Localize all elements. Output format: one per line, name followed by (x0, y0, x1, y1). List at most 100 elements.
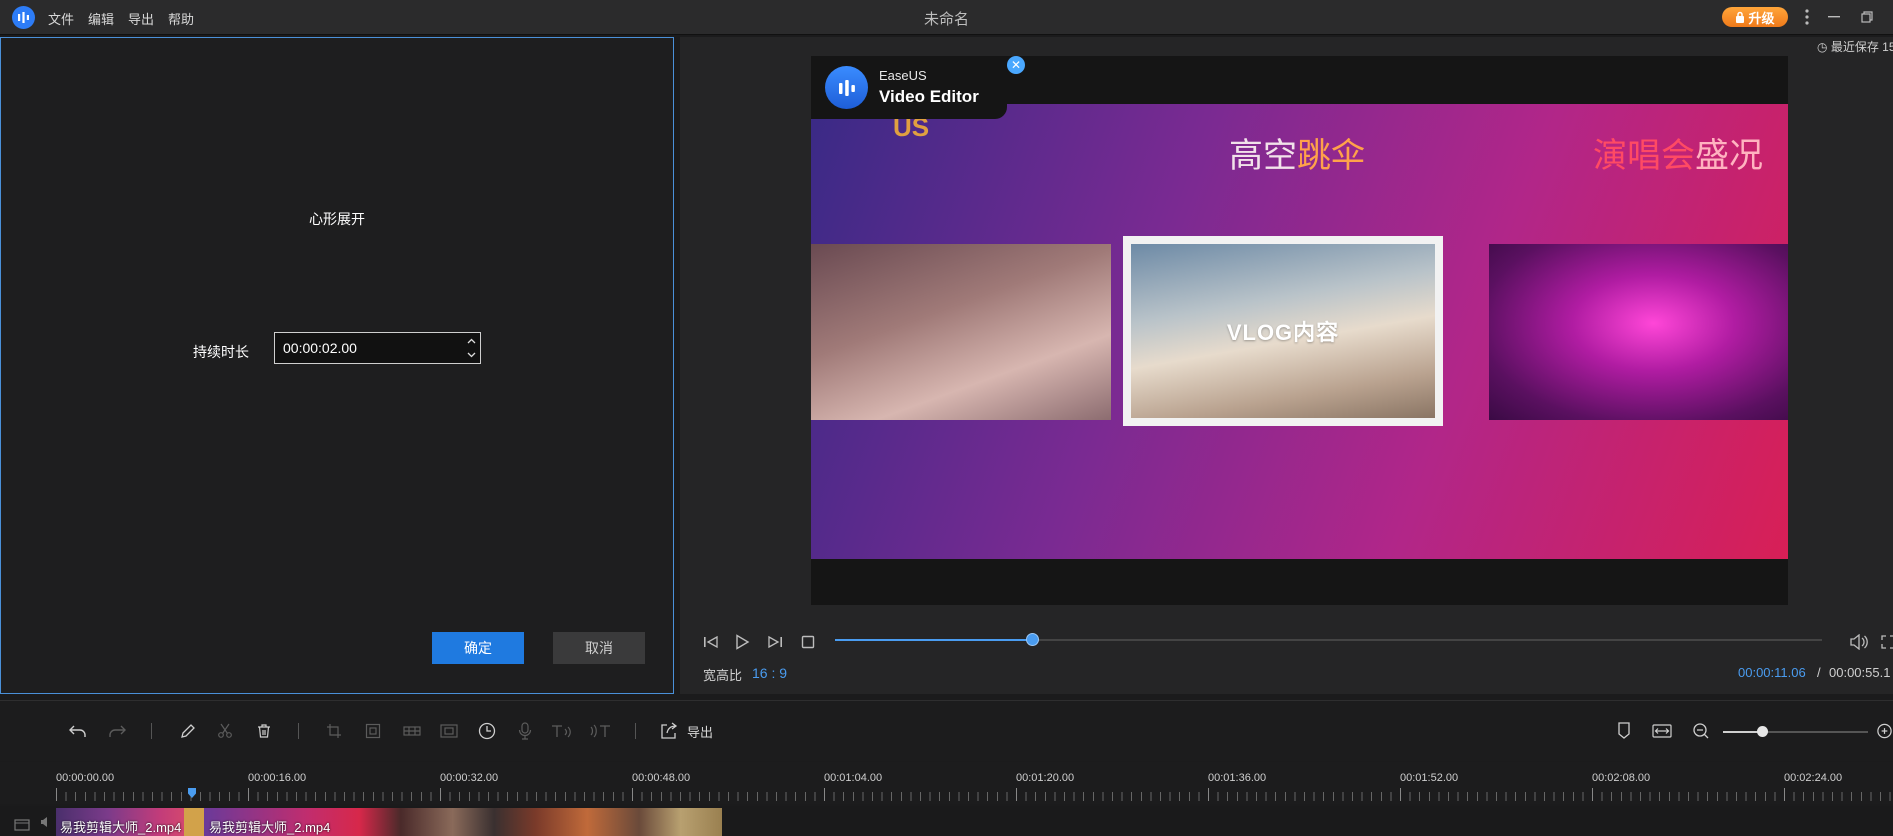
video-strip-cat (811, 244, 1111, 420)
toolbar-divider (298, 723, 299, 739)
transition-name: 心形展开 (309, 211, 365, 227)
ruler-time-label: 00:00:16.00 (248, 772, 307, 784)
text-to-speech-icon[interactable] (550, 720, 578, 742)
video-strip-concert (1489, 244, 1788, 420)
menu-export[interactable]: 导出 (128, 9, 154, 28)
ruler-major-tick (56, 788, 57, 801)
volume-icon[interactable] (1848, 631, 1870, 653)
undo-icon[interactable] (67, 720, 89, 742)
ruler-major-tick (824, 788, 825, 801)
crop-icon[interactable] (323, 720, 345, 742)
zoom-slider-fill (1723, 731, 1761, 733)
ruler-time-label: 00:01:04.00 (824, 772, 883, 784)
video-preview[interactable]: VLOG内容 US 高空跳伞 演唱会盛况 (811, 56, 1788, 605)
toolbar-divider (635, 723, 636, 739)
close-watermark-icon[interactable]: ✕ (1007, 56, 1025, 74)
play-icon[interactable] (731, 631, 753, 653)
export-icon[interactable] (658, 720, 680, 742)
ruler-time-label: 00:02:08.00 (1592, 772, 1651, 784)
duration-input[interactable]: 00:00:02.00 (274, 332, 481, 364)
time-separator: / (1817, 665, 1821, 680)
video-center-inner: VLOG内容 (1131, 244, 1435, 418)
playback-progress-fill (835, 639, 1033, 641)
ruler-time-label: 00:00:00.00 (56, 772, 115, 784)
clip-name: 易我剪辑大师_2.mp4 (209, 820, 331, 835)
aspect-ratio-value[interactable]: 16 : 9 (752, 665, 787, 681)
save-status-text: 最近保存 15 (1830, 40, 1893, 54)
previous-frame-icon[interactable] (700, 631, 722, 653)
duration-stepper[interactable] (462, 334, 480, 362)
menu-file[interactable]: 文件 (48, 9, 74, 28)
edit-pencil-icon[interactable] (177, 720, 199, 742)
ruler-major-tick (632, 788, 633, 801)
cut-icon[interactable] (214, 720, 236, 742)
resize-icon[interactable] (362, 720, 384, 742)
fullscreen-icon[interactable] (1877, 631, 1893, 653)
microphone-icon[interactable] (514, 720, 536, 742)
watermark-brand: EaseUS (879, 68, 927, 83)
video-center-text: VLOG内容 (1226, 320, 1340, 345)
freeze-frame-icon[interactable] (438, 720, 460, 742)
check-circle-icon: ◷ (1817, 40, 1828, 54)
clip-name: 易我剪辑大师_2.mp4 (60, 820, 182, 835)
next-frame-icon[interactable] (764, 631, 786, 653)
restore-icon[interactable] (1857, 6, 1877, 28)
ruler-major-tick (1400, 788, 1401, 801)
delete-icon[interactable] (253, 720, 275, 742)
toolbar-divider (151, 723, 152, 739)
cancel-button[interactable]: 取消 (553, 632, 645, 664)
aspect-ratio-label: 宽高比 (703, 668, 743, 683)
ruler-ticks (56, 792, 1893, 801)
ruler-time-label: 00:02:24.00 (1784, 772, 1843, 784)
upgrade-button[interactable]: 升级 (1722, 7, 1788, 27)
save-status: ◷ 最近保存 15 (1817, 38, 1893, 55)
zoom-slider-handle[interactable] (1757, 726, 1768, 737)
zoom-in-icon[interactable] (1876, 720, 1893, 742)
export-button[interactable]: 导出 (687, 722, 713, 741)
chevron-up-icon[interactable] (467, 338, 476, 344)
ruler-time-label: 00:00:48.00 (632, 772, 691, 784)
more-options-icon[interactable] (1797, 6, 1817, 28)
marker-icon[interactable] (1613, 720, 1635, 742)
duration-label: 持续时长 (193, 344, 249, 360)
ruler-major-tick (1208, 788, 1209, 801)
ruler-major-tick (440, 788, 441, 801)
fit-timeline-icon[interactable] (1651, 720, 1673, 742)
ruler-time-label: 00:01:52.00 (1400, 772, 1459, 784)
current-time: 00:00:11.06 (1738, 665, 1806, 680)
ruler-major-tick (248, 788, 249, 801)
total-time: 00:00:55.1 (1829, 665, 1891, 680)
redo-icon[interactable] (106, 720, 128, 742)
app-logo-icon (12, 6, 35, 29)
video-text-concert: 演唱会盛况 (1593, 137, 1763, 175)
ruler-time-label: 00:00:32.00 (440, 772, 499, 784)
video-text-skydive: 高空跳伞 (1229, 137, 1365, 175)
menu-edit[interactable]: 编辑 (88, 9, 114, 28)
ruler-time-label: 00:01:20.00 (1016, 772, 1075, 784)
duration-value: 00:00:02.00 (283, 340, 357, 356)
speech-to-text-icon[interactable] (588, 720, 614, 742)
upgrade-label: 升级 (1748, 10, 1775, 26)
zoom-out-icon[interactable] (1690, 720, 1712, 742)
speed-clock-icon[interactable] (476, 720, 498, 742)
title-bar (0, 0, 1893, 35)
ruler-major-tick (1592, 788, 1593, 801)
menu-help[interactable]: 帮助 (168, 9, 194, 28)
timeline-toolbar (0, 700, 1893, 761)
track-volume-icon[interactable] (40, 816, 50, 832)
video-center-photo: VLOG内容 (1123, 236, 1443, 426)
track-video-icon (14, 818, 30, 834)
easeus-watermark: EaseUS Video Editor (811, 56, 1007, 119)
minimize-icon[interactable] (1824, 6, 1844, 28)
mosaic-icon[interactable] (401, 720, 423, 742)
easeus-logo-icon (825, 66, 868, 109)
lock-icon (1736, 11, 1745, 23)
stop-icon[interactable] (797, 631, 819, 653)
ruler-major-tick (1784, 788, 1785, 801)
chevron-down-icon[interactable] (467, 352, 476, 358)
ruler-major-tick (1016, 788, 1017, 801)
transition-settings-panel (0, 37, 674, 694)
watermark-product: Video Editor (879, 87, 979, 106)
ruler-time-label: 00:01:36.00 (1208, 772, 1267, 784)
confirm-button[interactable]: 确定 (432, 632, 524, 664)
